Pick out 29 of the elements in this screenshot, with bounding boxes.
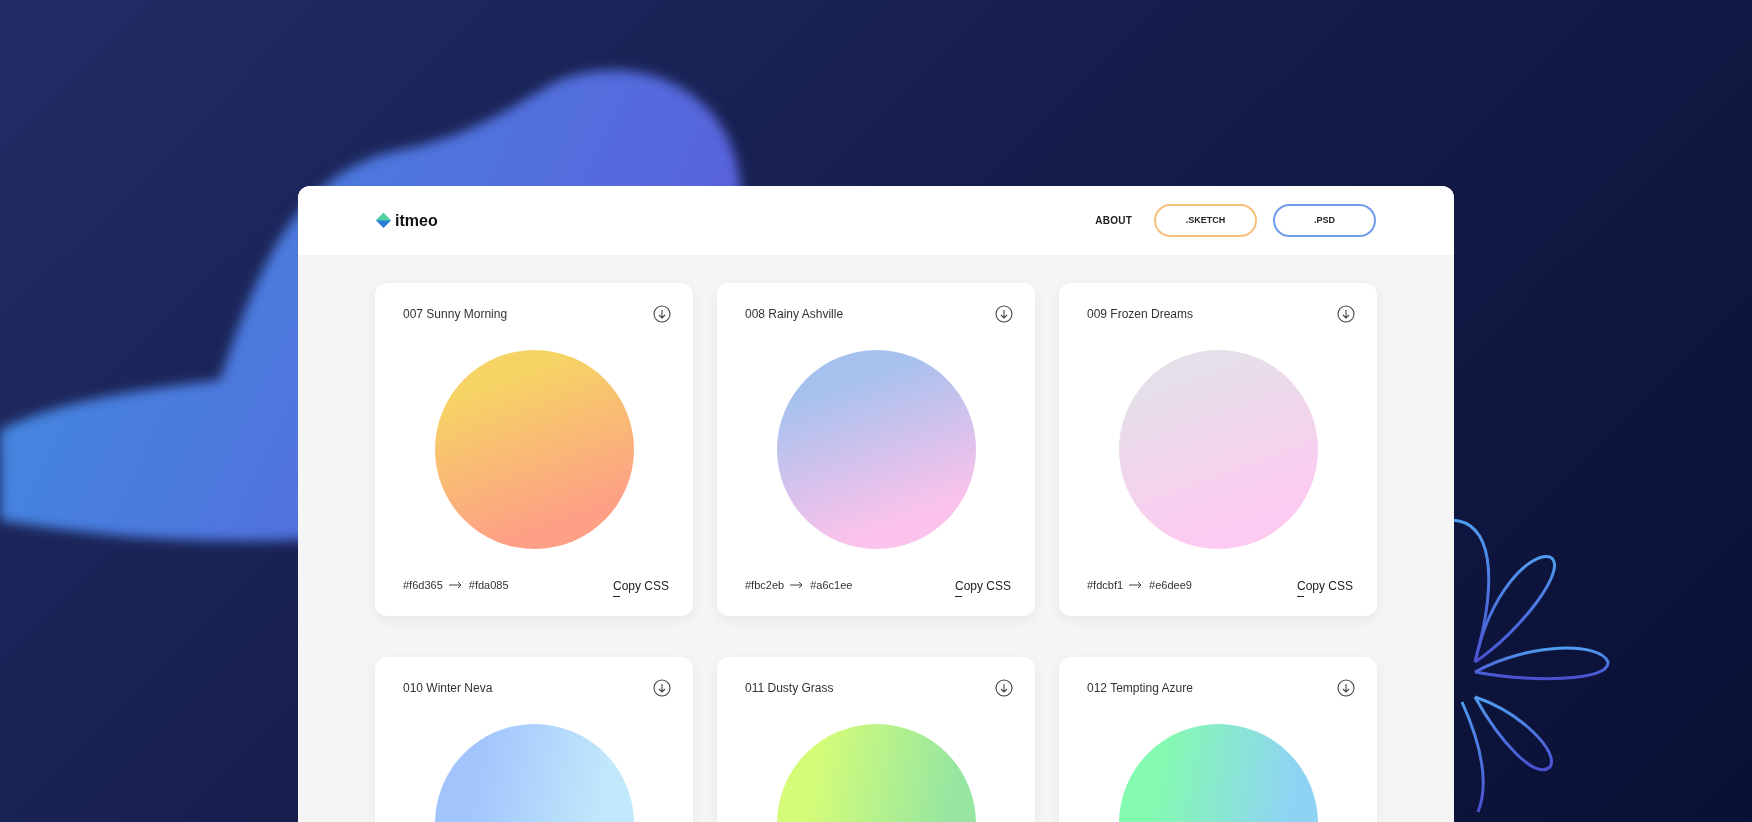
logo-text: itmeo (395, 210, 438, 231)
about-link[interactable]: ABOUT (1095, 213, 1132, 228)
download-icon[interactable] (1337, 305, 1355, 323)
copy-css-button[interactable]: Copy CSS (1296, 577, 1353, 597)
download-icon[interactable] (995, 679, 1013, 697)
hex-code: #e6dee9 (1149, 577, 1192, 593)
download-icon[interactable] (995, 305, 1013, 323)
arrow-icon (790, 581, 805, 589)
arrow-icon (1129, 581, 1144, 589)
gradient-title: 010 Winter Neva (403, 680, 493, 697)
hex-code: #fbc2eb (745, 577, 785, 593)
psd-button[interactable]: .PSD (1273, 204, 1376, 237)
sketch-button[interactable]: .SKETCH (1154, 204, 1257, 237)
hex-code: #fdcbf1 (1087, 577, 1124, 593)
copy-css-button[interactable]: Copy CSS (954, 577, 1011, 597)
hex-code: #a6c1ee (810, 577, 853, 593)
download-icon[interactable] (1337, 679, 1355, 697)
hex-code: #fda085 (468, 577, 509, 593)
gradient-title: 012 Tempting Azure (1087, 680, 1193, 697)
download-icon[interactable] (653, 679, 671, 697)
arrow-icon (448, 581, 463, 589)
logo-icon (376, 213, 391, 228)
download-icon[interactable] (653, 305, 671, 323)
hex-code: #f6d365 (403, 577, 443, 593)
gradient-title: 009 Frozen Dreams (1087, 306, 1194, 323)
gradient-title: 007 Sunny Morning (403, 306, 508, 323)
copy-css-button[interactable]: Copy CSS (612, 577, 669, 597)
gradient-title: 008 Rainy Ashville (745, 306, 844, 323)
gradient-title: 011 Dusty Grass (745, 680, 834, 697)
